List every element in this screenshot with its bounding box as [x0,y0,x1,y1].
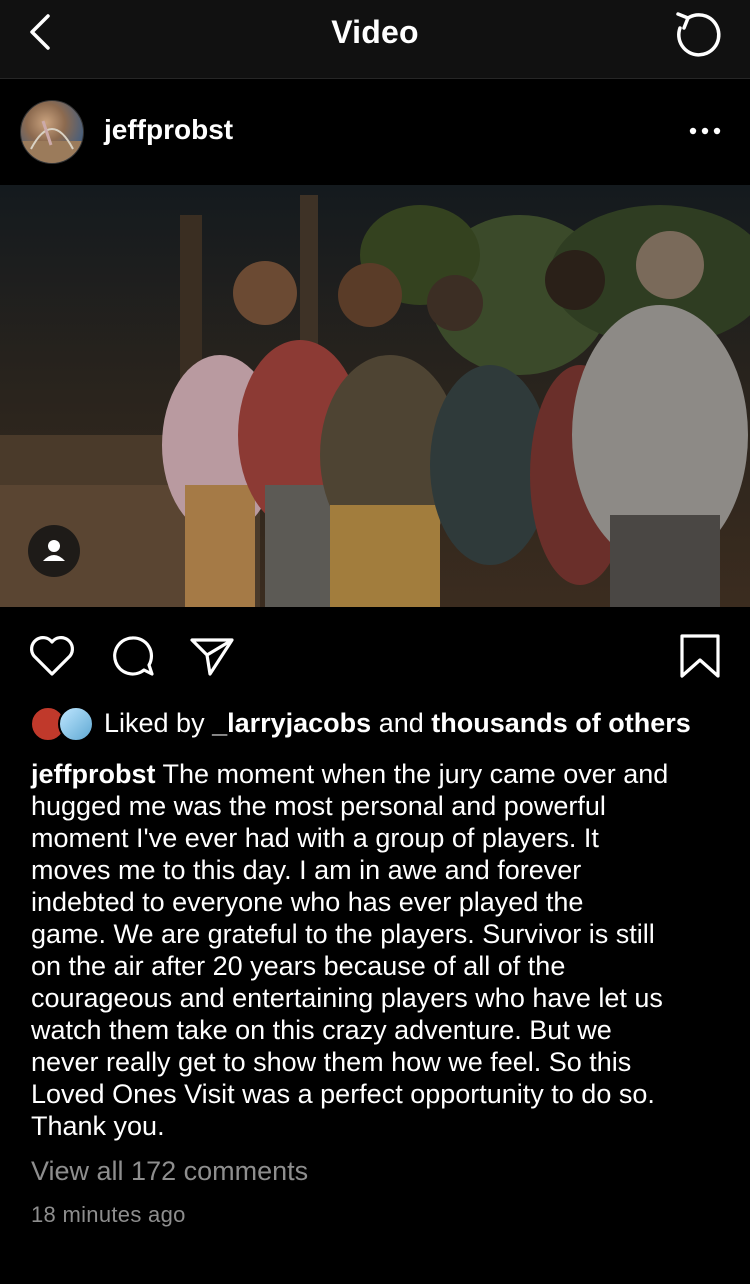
comment-button[interactable] [106,630,158,682]
heart-icon [30,636,74,676]
comment-icon [113,636,154,676]
caption-username[interactable]: jeffprobst [31,759,156,789]
caption-line: moment I've ever had with a group of pla… [31,823,599,853]
caption-line: jeffprobst The moment when the jury came… [31,758,731,790]
more-horizontal-icon [689,127,721,135]
post-username[interactable]: jeffprobst [104,114,233,146]
tag-people-button[interactable] [28,525,80,577]
post-header: jeffprobst [0,79,750,185]
caption-line: courageous and entertaining players who … [31,983,663,1013]
likes-text: Liked by _larryjacobs and thousands of o… [104,708,691,739]
caption-line: indebted to everyone who has ever played… [31,887,584,917]
avatar-image [21,120,83,163]
save-button[interactable] [674,630,726,682]
avatar[interactable] [20,100,84,164]
video-player[interactable] [0,185,750,607]
top-nav-bar: Video [0,0,750,79]
likes-prefix: Liked by [104,708,213,738]
more-options-button[interactable] [688,119,722,143]
likes-count-link[interactable]: thousands of others [431,708,691,738]
person-tag-icon [43,540,65,561]
liker-avatar [58,706,94,742]
caption-line: watch them take on this crazy adventure.… [31,1015,612,1045]
bookmark-icon [680,634,720,678]
caption-line: hugged me was the most personal and powe… [31,791,606,821]
caption-line: game. We are grateful to the players. Su… [31,919,655,949]
caption-line: never really get to show them how we fee… [31,1047,632,1077]
replay-icon [676,12,721,57]
share-button[interactable] [186,630,238,682]
likes-summary[interactable]: Liked by _larryjacobs and thousands of o… [30,704,730,744]
replay-button[interactable] [666,6,724,64]
caption-line: moves me to this day. I am in awe and fo… [31,855,582,885]
post-caption: jeffprobst The moment when the jury came… [31,758,731,1142]
video-frame-image [0,185,750,607]
page-title: Video [331,14,419,50]
liker-username[interactable]: _larryjacobs [212,708,371,738]
caption-text: The moment when the jury came over and [162,759,669,789]
share-icon [190,638,234,676]
post-timestamp: 18 minutes ago [31,1202,186,1227]
post-action-bar [0,620,750,694]
view-all-comments-link[interactable]: View all 172 comments [31,1156,308,1187]
caption-line: Thank you. [31,1111,165,1141]
likes-middle: and [371,708,432,738]
caption-line: on the air after 20 years because of all… [31,951,566,981]
like-button[interactable] [26,630,78,682]
caption-line: Loved Ones Visit was a perfect opportuni… [31,1079,655,1109]
